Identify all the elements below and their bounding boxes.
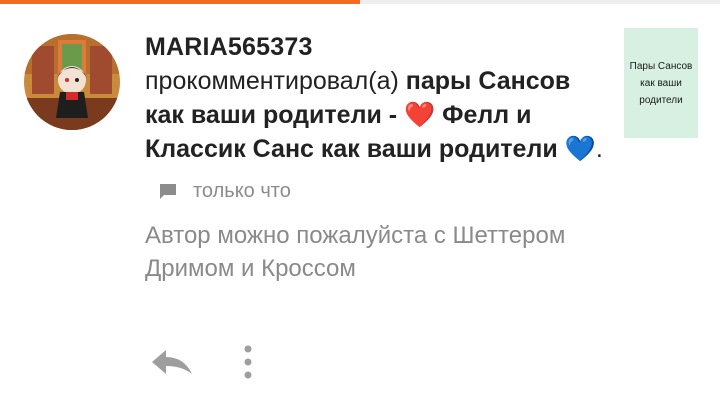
more-vertical-icon[interactable]	[242, 343, 254, 381]
action-bar	[148, 343, 254, 381]
reply-arrow-icon[interactable]	[148, 344, 196, 380]
notification-screen: MARIA565373 прокомментировал(а) пары Сан…	[0, 0, 720, 410]
reply-text: Автор можно пожалуйста с Шеттером Дримом…	[145, 222, 566, 282]
comment-summary[interactable]: прокомментировал(а) пары Сансов как ваши…	[145, 64, 605, 166]
meta-row: только что	[157, 180, 605, 203]
chat-bubble-icon	[160, 183, 176, 199]
progress-fill	[0, 0, 360, 4]
progress-bar	[0, 0, 720, 4]
thumbnail-text: Пары Сансов как ваши родители	[629, 60, 693, 106]
blue-heart-emoji: 💙	[564, 134, 596, 163]
trailing-punct: .	[595, 135, 603, 163]
red-heart-emoji: ❤️	[404, 100, 436, 129]
action-text: прокомментировал(а)	[145, 67, 399, 95]
avatar-image	[24, 34, 120, 130]
username[interactable]: MARIA565373	[145, 30, 605, 64]
timestamp: только что	[193, 180, 291, 202]
avatar[interactable]	[24, 34, 120, 130]
comment-content: MARIA565373 прокомментировал(а) пары Сан…	[145, 30, 605, 285]
post-thumbnail[interactable]: Пары Сансов как ваши родители	[624, 28, 698, 138]
